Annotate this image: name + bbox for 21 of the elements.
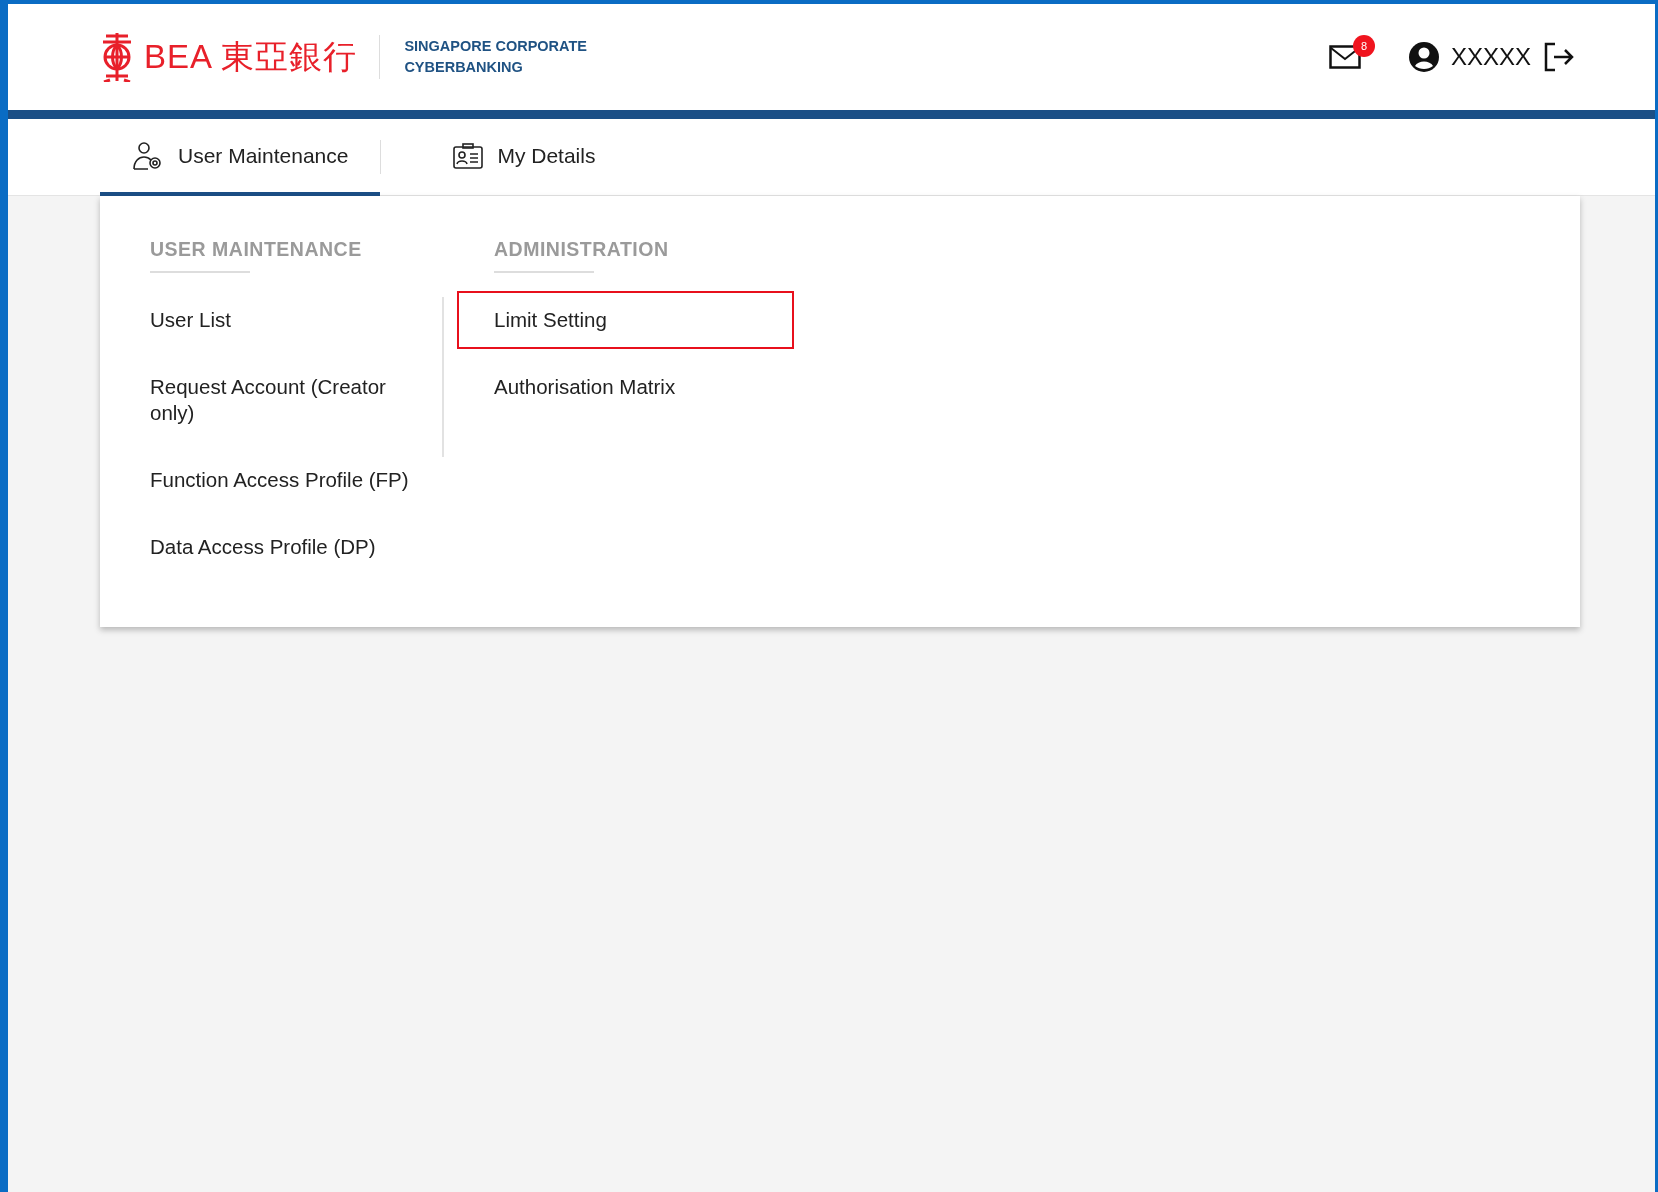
menu-link[interactable]: Limit Setting (459, 293, 792, 347)
mail-icon[interactable] (1328, 45, 1361, 69)
menu-link[interactable]: User List (150, 293, 450, 347)
menu-link[interactable]: Data Access Profile (DP) (150, 520, 450, 574)
logout-button[interactable] (1543, 41, 1575, 73)
tagline-text: CYBERBANKING (404, 58, 524, 77)
nav-tab[interactable]: My Details (421, 119, 628, 196)
logout-icon (1543, 41, 1575, 73)
menu-section-heading: ADMINISTRATION (494, 238, 669, 261)
tagline-text: SINGAPORE CORPORATE (404, 37, 587, 56)
menu-link[interactable]: Authorisation Matrix (494, 360, 794, 414)
user-name: XXXXX (1450, 43, 1531, 71)
menu-link[interactable]: Function Access Profile (FP) (150, 453, 450, 507)
menu-link[interactable]: Request Account (Creator only) (150, 360, 450, 440)
menu-section-heading: USER MAINTENANCE (150, 238, 362, 261)
user-avatar-icon (1408, 42, 1439, 72)
logo-emblem-icon (100, 32, 134, 82)
notification-badge: 8 (1352, 35, 1375, 57)
user-gear-icon (132, 140, 164, 171)
bank-logo-text: BEA 東亞銀行 (144, 36, 358, 77)
id-card-icon (453, 142, 484, 169)
